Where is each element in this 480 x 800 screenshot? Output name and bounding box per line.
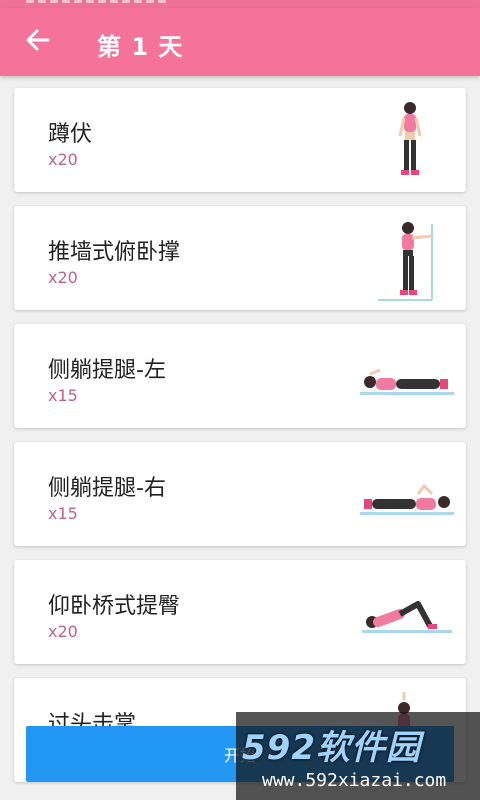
exercise-name: 仰卧桥式提臀 — [48, 594, 181, 619]
exercise-reps: x20 — [48, 622, 78, 641]
status-bar — [0, 0, 480, 8]
exercise-reps: x20 — [48, 150, 78, 169]
back-button[interactable] — [18, 22, 58, 62]
woman-standing-figure — [356, 96, 456, 184]
exercise-reps: x15 — [48, 504, 78, 523]
exercise-card-side-leg-left[interactable]: 侧躺提腿-左 x15 — [14, 324, 466, 428]
status-icons — [26, 0, 166, 3]
woman-side-lying-figure — [356, 450, 456, 538]
exercise-name: 侧躺提腿-左 — [48, 358, 166, 383]
woman-side-lying-figure — [356, 332, 456, 420]
page-title: 第 1 天 — [97, 33, 184, 61]
watermark-logo: 592软件园 — [242, 728, 421, 768]
watermark-url: www.592xiazai.com — [262, 770, 447, 791]
watermark: 592软件园 www.592xiazai.com — [236, 712, 480, 800]
exercise-list[interactable]: 蹲伏 x20 推墙式俯卧撑 x20 侧躺提腿-左 x15 侧躺提腿-右 x15 … — [0, 76, 480, 800]
woman-wall-pushup-figure — [356, 214, 456, 302]
exercise-card-wall-pushup[interactable]: 推墙式俯卧撑 x20 — [14, 206, 466, 310]
exercise-name: 推墙式俯卧撑 — [48, 240, 181, 265]
arrow-left-icon — [25, 27, 51, 57]
exercise-reps: x20 — [48, 268, 78, 287]
woman-glute-bridge-figure — [356, 568, 456, 656]
exercise-card-glute-bridge[interactable]: 仰卧桥式提臀 x20 — [14, 560, 466, 664]
exercise-card-side-leg-right[interactable]: 侧躺提腿-右 x15 — [14, 442, 466, 546]
exercise-card-squat[interactable]: 蹲伏 x20 — [14, 88, 466, 192]
exercise-name: 侧躺提腿-右 — [48, 476, 166, 501]
exercise-reps: x15 — [48, 386, 78, 405]
app-bar: 第 1 天 — [0, 8, 480, 76]
exercise-name: 蹲伏 — [48, 122, 93, 147]
